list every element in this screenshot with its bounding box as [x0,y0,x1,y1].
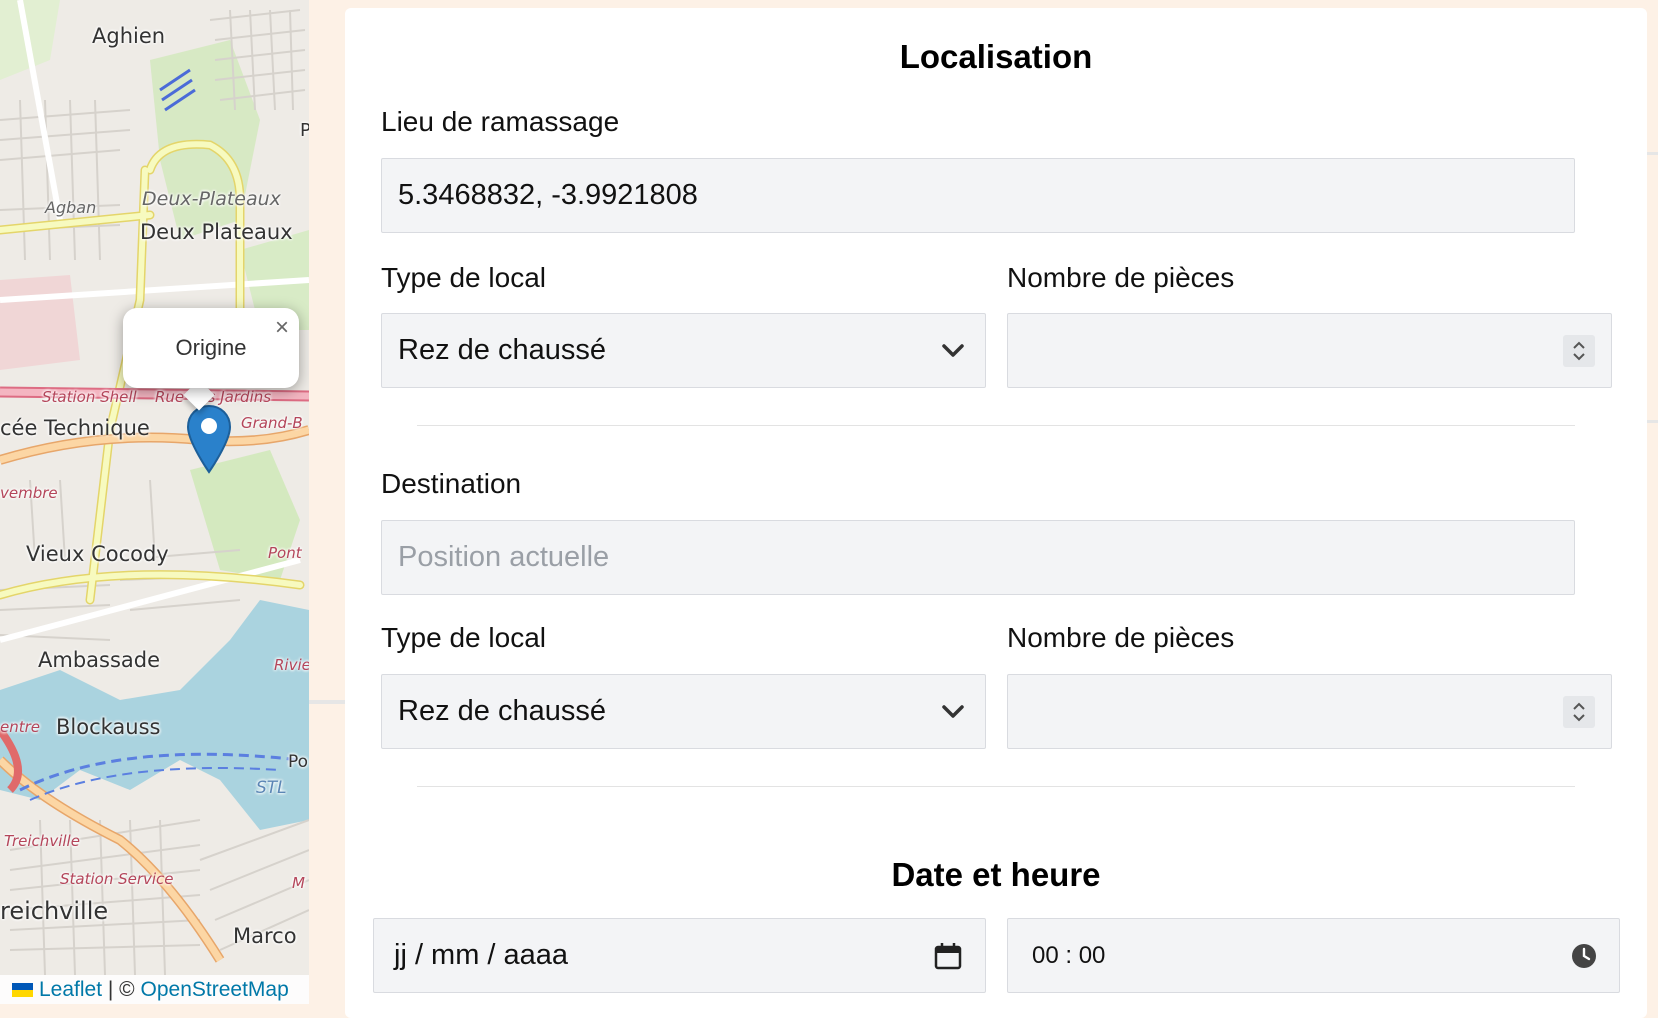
map-label-stl: STL [256,778,287,798]
date-placeholder: jj / mm / aaaa [394,939,569,971]
map-label-station-shell: Station Shell [42,388,137,406]
chevron-down-icon [942,343,964,357]
map-label-po: Po [288,752,309,772]
clock-icon[interactable] [1571,943,1597,969]
openstreetmap-link[interactable]: OpenStreetMap [141,978,289,1002]
popup-close-icon[interactable]: × [275,316,289,340]
map-label-p: P [300,120,309,141]
destination-type-select[interactable]: Rez de chaussé [381,674,986,749]
form-panel: Localisation Lieu de ramassage 5.3468832… [345,8,1647,1018]
map-label-rivie: Rivie [274,656,309,674]
chevron-down-icon [942,704,964,718]
datetime-title: Date et heure [891,856,1101,893]
map-label-treichville: reichville [0,897,109,925]
number-spinner-icon[interactable] [1563,334,1595,367]
popup-text: Origine [175,335,247,360]
map-label-blockauss: Blockauss [56,715,161,739]
map-label-treichville-italic: Treichville [4,832,80,850]
destination-rooms-input[interactable] [1007,674,1612,749]
map-label-entre: entre [0,718,41,736]
map-label-deux-plateaux: Deux Plateaux [140,220,293,244]
pickup-input[interactable]: 5.3468832, -3.9921808 [381,158,1575,233]
map-label-aghien: Aghien [92,24,166,48]
map-label-vieux-cocody: Vieux Cocody [26,542,169,566]
leaflet-link[interactable]: Leaflet [39,978,102,1002]
background-divider [309,700,345,704]
destination-input[interactable]: Position actuelle [381,520,1575,595]
map-label-marco: Marco [233,924,297,948]
map[interactable]: Aghien Agban Deux-Plateaux Deux Plateaux… [0,0,309,1004]
map-label-deux-plateaux-italic: Deux-Plateaux [142,188,281,210]
pickup-type-value: Rez de chaussé [398,334,606,366]
map-label-m: M [292,874,305,892]
map-label-novembre: vembre [0,484,58,502]
map-tiles [0,0,309,1004]
map-attribution: Leaflet | © OpenStreetMap [0,975,309,1004]
section-divider [417,786,1575,787]
attribution-separator: | © [102,977,141,1001]
pickup-rooms-input[interactable] [1007,313,1612,388]
destination-type-value: Rez de chaussé [398,695,606,727]
localisation-title: Localisation [899,38,1093,75]
pickup-label: Lieu de ramassage [381,106,620,137]
map-label-ambassade: Ambassade [38,648,161,672]
calendar-icon[interactable] [933,941,963,971]
destination-label: Destination [381,468,522,499]
destination-placeholder: Position actuelle [398,541,610,573]
pickup-type-select[interactable]: Rez de chaussé [381,313,986,388]
destination-rooms-label: Nombre de pièces [1007,622,1235,653]
section-divider [417,425,1575,426]
map-label-grand-b: Grand-B [241,414,303,432]
map-label-agban: Agban [45,198,97,217]
pickup-value: 5.3468832, -3.9921808 [398,179,698,211]
time-input[interactable]: 00 : 00 [1007,918,1620,993]
date-input[interactable]: jj / mm / aaaa [373,918,986,993]
ukraine-flag-icon [12,982,33,997]
map-popup: Origine × [123,308,299,388]
number-spinner-icon[interactable] [1563,695,1595,728]
pickup-rooms-label: Nombre de pièces [1007,262,1235,293]
pickup-type-label: Type de local [381,262,546,293]
time-value: 00 : 00 [1032,941,1106,969]
map-label-lycee-technique: cée Technique [0,416,150,440]
map-label-station-service: Station Service [60,870,174,888]
map-label-pont: Pont [268,544,302,562]
map-marker-icon[interactable] [186,404,232,474]
destination-type-label: Type de local [381,622,546,653]
